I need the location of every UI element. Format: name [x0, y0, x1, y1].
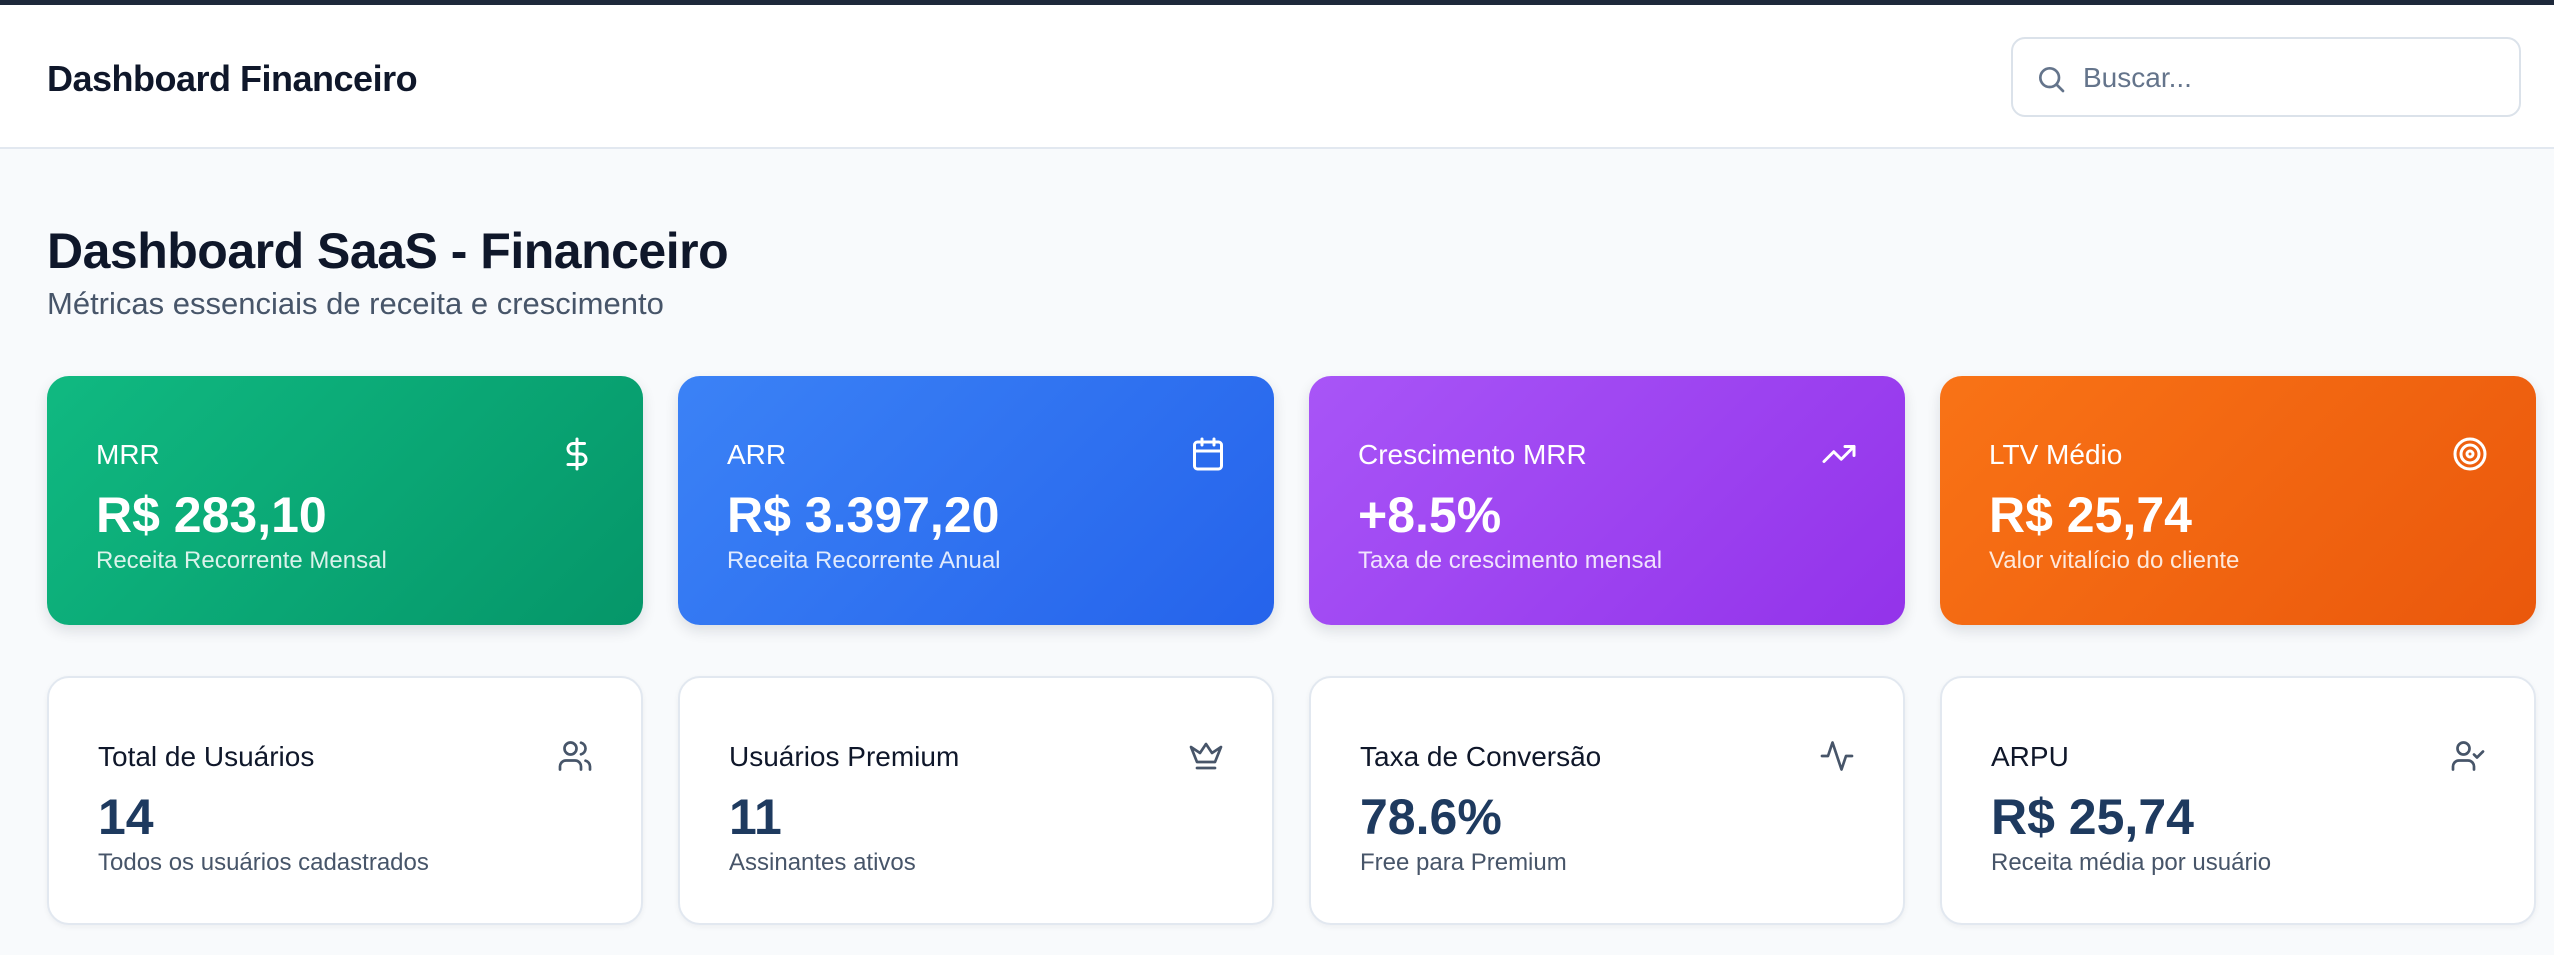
page-subtitle: Métricas essenciais de receita e crescim…	[47, 286, 664, 321]
card-label: ARPU	[1991, 741, 2069, 772]
app-header: Dashboard Financeiro	[0, 5, 2554, 149]
search-icon	[2038, 67, 2065, 93]
total-users-card[interactable]: Total de Usuários 14 Todos os usuários c…	[47, 676, 643, 925]
dollar-icon	[566, 437, 588, 471]
card-label: Taxa de Conversão	[1360, 741, 1602, 772]
card-label: Crescimento MRR	[1358, 439, 1587, 470]
activity-icon	[1820, 741, 1854, 771]
card-description: Valor vitalício do cliente	[1989, 547, 2240, 574]
card-label: LTV Médio	[1989, 439, 2123, 470]
card-label: ARR	[727, 439, 787, 470]
premium-users-card[interactable]: Usuários Premium 11 Assinantes ativos	[678, 676, 1274, 925]
card-description: Receita Recorrente Mensal	[96, 547, 387, 574]
card-value: 78.6%	[1360, 789, 1502, 845]
users-icon	[558, 741, 592, 771]
card-label: MRR	[96, 439, 160, 470]
card-label: Total de Usuários	[98, 741, 315, 772]
arpu-card[interactable]: ARPU R$ 25,74 Receita média por usuário	[1940, 676, 2536, 925]
page-title: Dashboard SaaS - Financeiro	[47, 223, 729, 279]
trending-up-icon	[1822, 445, 1856, 463]
calendar-icon	[1193, 437, 1223, 471]
conversion-rate-card[interactable]: Taxa de Conversão 78.6% Free para Premiu…	[1309, 676, 1905, 925]
card-description: Taxa de crescimento mensal	[1358, 547, 1663, 574]
card-value: R$ 283,10	[96, 487, 327, 543]
card-value: 11	[729, 789, 782, 845]
target-icon	[2453, 437, 2487, 471]
arr-card[interactable]: ARR R$ 3.397,20 Receita Recorrente Anual	[678, 376, 1274, 625]
card-description: Assinantes ativos	[729, 849, 916, 876]
card-description: Todos os usuários cadastrados	[98, 849, 429, 876]
ltv-card[interactable]: LTV Médio R$ 25,74 Valor vitalício do cl…	[1940, 376, 2536, 625]
card-value: +8.5%	[1358, 487, 1502, 543]
card-description: Free para Premium	[1360, 849, 1567, 876]
card-label: Usuários Premium	[729, 741, 960, 772]
card-description: Receita Recorrente Anual	[727, 547, 1001, 574]
card-value: R$ 25,74	[1991, 789, 2194, 845]
search-box[interactable]	[2011, 37, 2521, 117]
search-input[interactable]	[2083, 53, 2503, 103]
mrr-growth-card[interactable]: Crescimento MRR +8.5% Taxa de cresciment…	[1309, 376, 1905, 625]
card-value: R$ 25,74	[1989, 487, 2192, 543]
crown-icon	[1189, 742, 1223, 770]
user-check-icon	[2451, 741, 2485, 771]
card-value: 14	[98, 789, 154, 845]
app-title: Dashboard Financeiro	[47, 58, 418, 99]
card-value: R$ 3.397,20	[727, 487, 1000, 543]
card-description: Receita média por usuário	[1991, 849, 2272, 876]
mrr-card[interactable]: MRR R$ 283,10 Receita Recorrente Mensal	[47, 376, 643, 625]
